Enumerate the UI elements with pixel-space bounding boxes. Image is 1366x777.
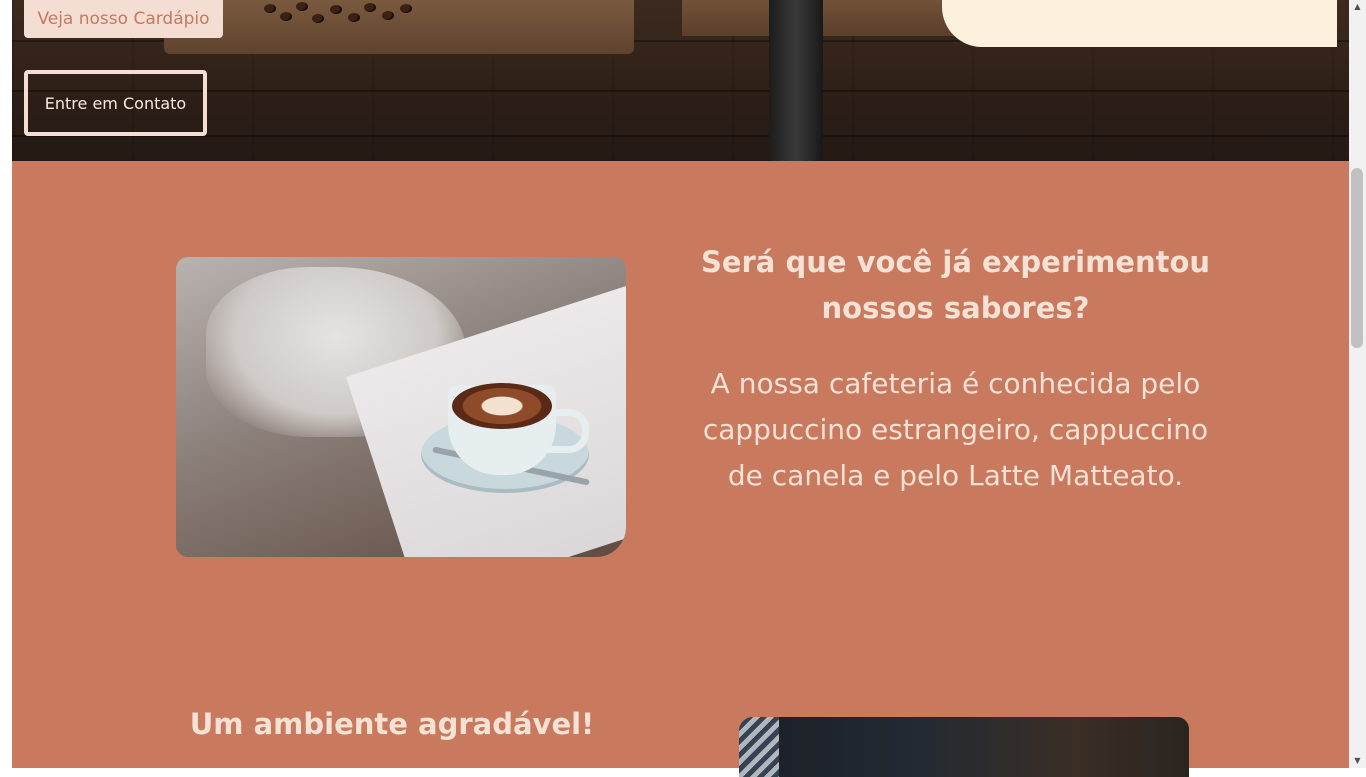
flavors-title: Será que você já experimentou nossos sab… <box>700 245 1211 325</box>
flavors-section: Será que você já experimentou nossos sab… <box>12 161 1349 777</box>
coffee-grinder-image <box>769 0 823 161</box>
scroll-up-icon[interactable]: ▲ <box>1349 0 1366 14</box>
contact-button[interactable]: Entre em Contato <box>24 70 207 136</box>
ambience-photo <box>739 717 1189 777</box>
latte-art-shape <box>452 383 552 429</box>
ambience-title: Um ambiente agradável! <box>189 707 595 741</box>
vertical-scrollbar[interactable]: ▲ ▼ <box>1349 0 1366 768</box>
striped-shirt-shape <box>739 717 779 777</box>
wooden-board-image <box>682 0 982 36</box>
cappuccino-photo <box>176 257 626 557</box>
coffee-beans-image <box>260 0 420 28</box>
flavors-text: A nossa cafeteria é conhecida pelo cappu… <box>702 367 1209 492</box>
menu-button[interactable]: Veja nosso Cardápio <box>24 0 223 38</box>
scroll-down-icon[interactable]: ▼ <box>1349 754 1366 768</box>
wood-plank-line <box>12 90 1349 92</box>
cup-handle-shape <box>548 409 589 453</box>
hero-info-card <box>942 0 1337 47</box>
scrollbar-thumb[interactable] <box>1351 168 1363 348</box>
wood-plank-line <box>12 135 1349 137</box>
hero-banner: Veja nosso Cardápio Entre em Contato <box>12 0 1349 161</box>
